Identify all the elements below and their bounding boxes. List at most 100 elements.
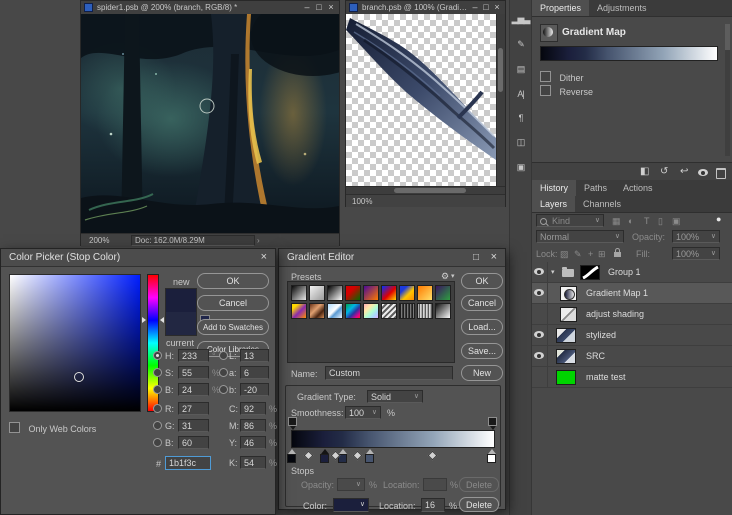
color-field[interactable] bbox=[9, 274, 141, 412]
filter-adjustment-layers-icon[interactable]: ◐ bbox=[628, 215, 633, 227]
gradient-preset[interactable] bbox=[327, 285, 343, 301]
color-stop[interactable] bbox=[287, 449, 296, 463]
radio-a[interactable] bbox=[219, 368, 228, 377]
reset-icon[interactable]: ↺ bbox=[660, 166, 668, 177]
current-color-swatch[interactable] bbox=[166, 312, 196, 335]
canvas-branch[interactable] bbox=[346, 14, 498, 186]
save-button[interactable]: Save... bbox=[461, 343, 503, 359]
filter-smart-objects-icon[interactable]: ▣ bbox=[672, 215, 681, 227]
gradient-preset[interactable] bbox=[291, 285, 307, 301]
lock-position-icon[interactable]: + bbox=[588, 248, 593, 260]
layer-name[interactable]: SRC bbox=[586, 351, 605, 361]
c-field[interactable]: 92 bbox=[240, 402, 266, 415]
lock-all-icon[interactable] bbox=[614, 252, 621, 257]
gradient-preset[interactable] bbox=[345, 303, 361, 319]
opacity-stop[interactable] bbox=[488, 417, 497, 426]
vertical-scrollbar[interactable] bbox=[496, 14, 505, 186]
status-chevron-icon[interactable]: › bbox=[257, 236, 260, 245]
gradient-type-dropdown[interactable]: Solid ∨ bbox=[367, 390, 423, 403]
layer-thumbnail[interactable] bbox=[556, 328, 576, 343]
color-stop-selected[interactable] bbox=[320, 449, 329, 463]
gradient-preset[interactable] bbox=[309, 285, 325, 301]
m-field[interactable]: 86 bbox=[240, 419, 266, 432]
close-icon[interactable]: × bbox=[491, 249, 497, 266]
cancel-button[interactable]: Cancel bbox=[461, 295, 503, 311]
gradient-preset[interactable] bbox=[435, 303, 451, 319]
tab-paths[interactable]: Paths bbox=[576, 180, 615, 196]
lock-image-pixels-icon[interactable]: ✎ bbox=[574, 248, 582, 260]
histogram-icon[interactable]: ▂▅▃ bbox=[510, 14, 531, 25]
trash-icon[interactable] bbox=[716, 168, 726, 179]
visibility-toggle[interactable] bbox=[532, 346, 548, 366]
gradient-preset[interactable] bbox=[363, 285, 379, 301]
radio-s[interactable] bbox=[153, 368, 162, 377]
layer-name[interactable]: Gradient Map 1 bbox=[586, 288, 648, 298]
gradient-preset[interactable] bbox=[399, 303, 415, 319]
close-button[interactable]: × bbox=[325, 1, 337, 14]
radio-b3[interactable] bbox=[219, 385, 228, 394]
y-field[interactable]: 46 bbox=[240, 436, 266, 449]
r-field[interactable]: 27 bbox=[178, 402, 209, 415]
stop-color-swatch[interactable]: ∨ bbox=[333, 498, 369, 512]
canvas-spider1[interactable] bbox=[81, 14, 339, 233]
hue-handle-right-icon[interactable] bbox=[160, 317, 164, 323]
gradient-preset[interactable] bbox=[417, 303, 433, 319]
radio-b2[interactable] bbox=[153, 438, 162, 447]
visibility-toggle[interactable] bbox=[532, 367, 548, 387]
layer-filter-kind-dropdown[interactable]: Kind ∨ bbox=[536, 214, 604, 227]
tab-history[interactable]: History bbox=[532, 180, 576, 196]
layer-row-group1[interactable]: ▾ Group 1 bbox=[532, 262, 732, 283]
clip-to-layer-icon[interactable]: ◧ bbox=[640, 166, 649, 177]
gradient-name-field[interactable]: Custom bbox=[325, 366, 453, 380]
gradient-preset[interactable] bbox=[399, 285, 415, 301]
gradient-preset[interactable] bbox=[435, 285, 451, 301]
hex-field[interactable]: 1b1f3c bbox=[165, 456, 211, 470]
vscroll-thumb[interactable] bbox=[498, 48, 503, 92]
fill-field[interactable]: 100% ∨ bbox=[672, 247, 720, 260]
layer-row-src[interactable]: SRC bbox=[532, 346, 732, 367]
tab-properties[interactable]: Properties bbox=[532, 0, 589, 16]
minimize-button[interactable]: – bbox=[301, 1, 313, 14]
layer-thumbnail[interactable] bbox=[560, 307, 577, 322]
layer-name[interactable]: adjust shading bbox=[586, 309, 644, 319]
gradient-preset[interactable] bbox=[363, 303, 379, 319]
libraries-panel-icon[interactable]: ◫ bbox=[510, 137, 531, 148]
layer-row-adjust-shading[interactable]: adjust shading bbox=[532, 304, 732, 325]
properties-scrollbar[interactable] bbox=[725, 24, 730, 156]
smoothness-field[interactable]: 100 ∨ bbox=[345, 406, 381, 419]
radio-r[interactable] bbox=[153, 404, 162, 413]
tab-layers[interactable]: Layers bbox=[532, 196, 575, 212]
tab-actions[interactable]: Actions bbox=[615, 180, 661, 196]
only-web-colors-checkbox[interactable]: Only Web Colors bbox=[9, 419, 96, 437]
k-field[interactable]: 54 bbox=[240, 456, 266, 469]
radio-b[interactable] bbox=[153, 385, 162, 394]
undo-icon[interactable]: ↩ bbox=[680, 166, 688, 177]
doc1-titlebar[interactable]: spider1.psb @ 200% (branch, RGB/8) * – □… bbox=[81, 1, 339, 15]
gradient-preset[interactable] bbox=[291, 303, 307, 319]
filter-shape-layers-icon[interactable]: ▯ bbox=[658, 215, 663, 227]
maximize-icon[interactable]: □ bbox=[473, 249, 479, 266]
lock-transparent-pixels-icon[interactable]: ▨ bbox=[560, 248, 569, 260]
doc-size-info[interactable]: Doc: 162.0M/8.29M bbox=[131, 235, 255, 246]
properties-gradient-bar[interactable] bbox=[540, 46, 718, 61]
layer-row-stylized[interactable]: stylized bbox=[532, 325, 732, 346]
visibility-icon[interactable] bbox=[698, 169, 708, 176]
gradient-preset[interactable] bbox=[381, 303, 397, 319]
color-stop[interactable] bbox=[487, 449, 496, 463]
gradient-preset[interactable] bbox=[417, 285, 433, 301]
color-cursor[interactable] bbox=[74, 372, 84, 382]
gradient-preset[interactable] bbox=[309, 303, 325, 319]
maximize-button[interactable]: □ bbox=[313, 1, 325, 14]
delete-color-stop-button[interactable]: Delete bbox=[459, 497, 499, 512]
gradient-edit-bar[interactable] bbox=[291, 430, 495, 448]
filter-pixel-layers-icon[interactable]: ▦ bbox=[612, 215, 621, 227]
zoom-level[interactable]: 200% bbox=[89, 236, 109, 245]
b2-field[interactable]: 60 bbox=[178, 436, 209, 449]
layer-name[interactable]: stylized bbox=[586, 330, 616, 340]
load-button[interactable]: Load... bbox=[461, 319, 503, 335]
blend-mode-dropdown[interactable]: Normal ∨ bbox=[536, 230, 624, 243]
layer-row-gradient-map[interactable]: Gradient Map 1 bbox=[532, 283, 732, 304]
layer-thumbnail[interactable] bbox=[556, 349, 576, 364]
l-field[interactable]: 13 bbox=[240, 349, 269, 362]
add-to-swatches-button[interactable]: Add to Swatches bbox=[197, 319, 269, 335]
